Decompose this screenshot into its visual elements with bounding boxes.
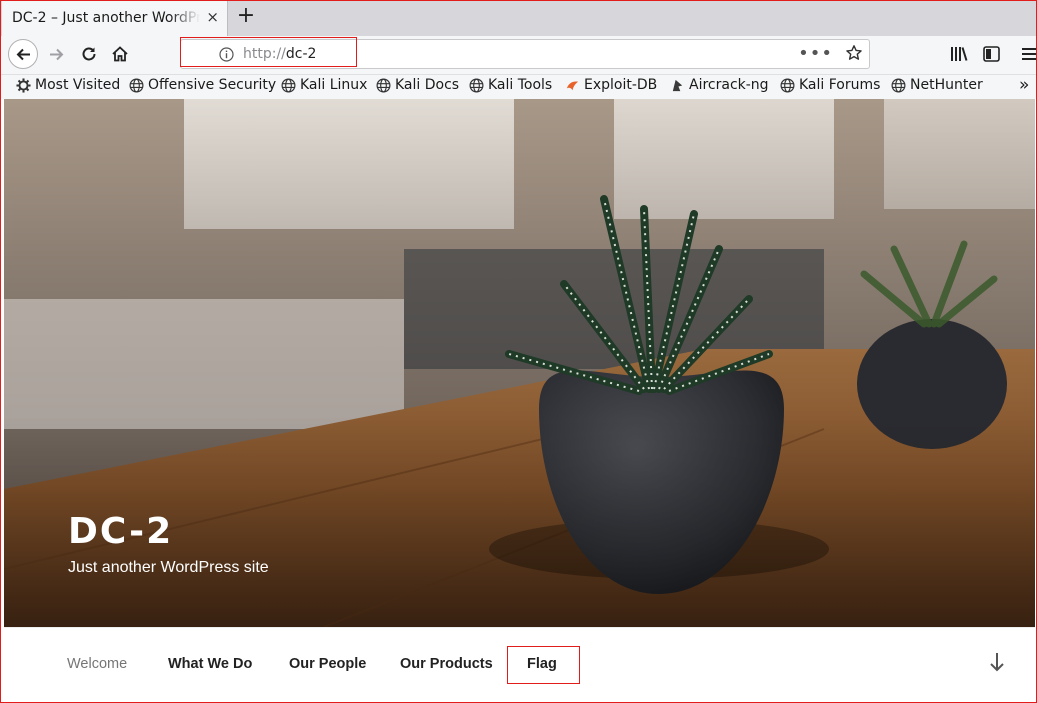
- site-title[interactable]: DC-2: [68, 511, 173, 552]
- bookmark-label: Aircrack-ng: [689, 77, 769, 93]
- tab-close-icon[interactable]: ×: [206, 8, 219, 26]
- home-icon[interactable]: [111, 45, 129, 63]
- bookmark-kali-linux[interactable]: Kali Linux: [281, 77, 367, 93]
- bookmark-label: Exploit-DB: [584, 77, 658, 93]
- bookmark-label: Kali Docs: [395, 77, 460, 93]
- globe-icon: [469, 78, 484, 92]
- bookmark-label: NetHunter: [910, 77, 983, 93]
- sidebar-icon[interactable]: [983, 46, 1000, 62]
- back-icon: [16, 48, 30, 61]
- bookmark-aircrack-ng[interactable]: Aircrack-ng: [670, 77, 769, 93]
- tab-strip: DC-2 – Just another WordPress site × +: [0, 0, 1037, 36]
- bookmark-label: Kali Linux: [300, 77, 368, 93]
- exploitdb-icon: [566, 81, 579, 90]
- back-button[interactable]: [8, 39, 38, 69]
- bookmark-kali-tools[interactable]: Kali Tools: [469, 77, 552, 93]
- bookmarks-overflow-chevron-icon[interactable]: »: [1019, 75, 1029, 95]
- scroll-down-arrow-icon[interactable]: [989, 652, 1005, 672]
- bookmark-kali-docs[interactable]: Kali Docs: [376, 77, 459, 93]
- tab-active[interactable]: DC-2 – Just another WordPress site ×: [2, 1, 228, 36]
- site-description: Just another WordPress site: [68, 559, 269, 576]
- globe-icon: [129, 78, 144, 92]
- page-actions-icon[interactable]: •••: [798, 43, 833, 64]
- flag-annotation-box: [507, 646, 580, 684]
- site-navigation: Welcome What We Do Our People Our Produc…: [4, 627, 1035, 702]
- gear-icon: [16, 77, 31, 93]
- library-icon[interactable]: [950, 46, 968, 62]
- new-tab-button[interactable]: +: [234, 3, 258, 28]
- nav-item-what-we-do[interactable]: What We Do: [168, 656, 252, 672]
- bookmark-label: Offensive Security: [148, 77, 277, 93]
- bookmark-label: Most Visited: [35, 77, 121, 93]
- tab-title: DC-2 – Just another WordPress site: [12, 10, 200, 26]
- bookmark-label: Kali Forums: [799, 77, 881, 93]
- bookmark-exploit-db[interactable]: Exploit-DB: [565, 77, 657, 93]
- globe-icon: [376, 78, 391, 92]
- nav-item-our-people[interactable]: Our People: [289, 656, 366, 672]
- nav-toolbar: http://dc-2 •••: [0, 36, 1037, 75]
- bookmarks-toolbar: Most Visited Offensive Security Kali Lin…: [0, 75, 1037, 99]
- reload-icon[interactable]: [80, 45, 98, 63]
- globe-icon: [891, 78, 906, 92]
- nav-item-welcome[interactable]: Welcome: [67, 656, 127, 672]
- header-image: DC-2 Just another WordPress site: [4, 99, 1035, 627]
- bookmark-label: Kali Tools: [488, 77, 553, 93]
- aircrack-icon: [672, 79, 683, 91]
- bookmark-offensive-security[interactable]: Offensive Security: [129, 77, 276, 93]
- forward-icon[interactable]: [48, 46, 65, 63]
- globe-icon: [281, 78, 296, 92]
- globe-icon: [780, 78, 795, 92]
- bookmark-star-icon[interactable]: [845, 44, 863, 62]
- url-annotation-box: [180, 37, 357, 67]
- bookmark-kali-forums[interactable]: Kali Forums: [780, 77, 880, 93]
- nav-item-our-products[interactable]: Our Products: [400, 656, 493, 672]
- bookmark-nethunter[interactable]: NetHunter: [891, 77, 983, 93]
- menu-icon[interactable]: [1021, 47, 1037, 61]
- bookmark-most-visited[interactable]: Most Visited: [16, 77, 120, 93]
